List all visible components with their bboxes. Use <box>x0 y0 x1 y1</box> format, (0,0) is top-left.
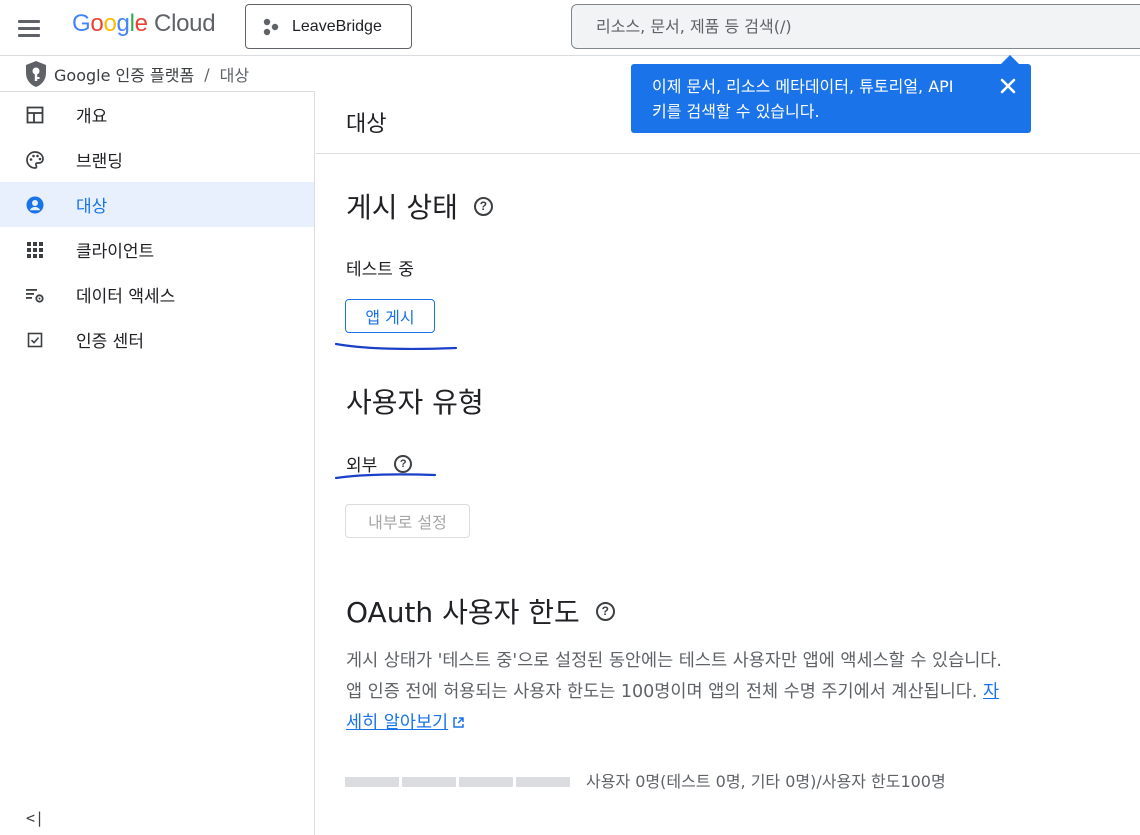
logo-cloud-text: Cloud <box>154 10 216 37</box>
shield-key-icon <box>26 61 46 87</box>
breadcrumb-product[interactable]: Google 인증 플랫폼 <box>54 62 194 86</box>
sidebar-item-label: 인증 센터 <box>76 332 144 352</box>
search-input[interactable] <box>596 17 1140 36</box>
publishing-status-value: 테스트 중 <box>346 260 414 280</box>
sidebar-item-audience[interactable]: 대상 <box>0 182 314 227</box>
main-content: 대상 게시 상태 ? 테스트 중 앱 게시 사용자 유형 외부 ? 내부로 설정… <box>316 91 1140 835</box>
logo-google-text: Google <box>72 10 148 37</box>
sidebar-item-overview[interactable]: 개요 <box>0 92 314 137</box>
close-icon[interactable] <box>998 76 1018 96</box>
user-quota-text: 사용자 0명(테스트 0명, 기타 0명)/사용자 한도100명 <box>586 772 946 791</box>
check-box-icon <box>25 330 45 350</box>
annotation-underline <box>334 473 437 480</box>
apps-grid-icon <box>25 240 45 260</box>
breadcrumb-separator: / <box>204 64 210 84</box>
user-type-title: 사용자 유형 <box>346 386 484 419</box>
project-picker-button[interactable]: LeaveBridge <box>245 4 412 49</box>
sidebar-item-verification-center[interactable]: 인증 센터 <box>0 317 314 362</box>
help-icon[interactable]: ? <box>473 196 493 216</box>
tooltip-message: 이제 문서, 리소스 메타데이터, 튜토리얼, API 키를 검색할 수 있습니… <box>652 77 954 121</box>
oauth-description-text: 게시 상태가 '테스트 중'으로 설정된 동안에는 테스트 사용자만 앱에 액세… <box>346 651 1002 702</box>
help-icon[interactable]: ? <box>394 454 413 473</box>
help-icon[interactable]: ? <box>595 601 615 621</box>
google-cloud-logo[interactable]: Google Cloud <box>72 10 216 38</box>
oauth-user-cap-heading: OAuth 사용자 한도 ? <box>346 591 615 631</box>
hamburger-menu-icon[interactable] <box>16 15 42 41</box>
user-type-heading: 사용자 유형 <box>346 381 484 421</box>
top-bar: Google Cloud LeaveBridge <box>0 0 1140 56</box>
user-quota-progress-bar <box>345 777 570 787</box>
project-icon <box>263 18 279 35</box>
project-name: LeaveBridge <box>292 17 382 35</box>
sidebar-item-branding[interactable]: 브랜딩 <box>0 137 314 182</box>
account-circle-icon <box>25 195 45 215</box>
search-tip-tooltip: 이제 문서, 리소스 메타데이터, 튜토리얼, API 키를 검색할 수 있습니… <box>631 55 1031 133</box>
sidebar-item-clients[interactable]: 클라이언트 <box>0 227 314 272</box>
breadcrumb: Google 인증 플랫폼 / 대상 <box>24 59 249 89</box>
sidebar-item-label: 데이터 액세스 <box>76 287 176 307</box>
collapse-sidebar-button[interactable]: <| <box>26 809 44 827</box>
publishing-status-title: 게시 상태 <box>346 191 458 224</box>
sidebar-item-label: 대상 <box>76 197 108 217</box>
sidebar-item-data-access[interactable]: 데이터 액세스 <box>0 272 314 317</box>
make-internal-button[interactable]: 내부로 설정 <box>345 504 470 538</box>
oauth-description: 게시 상태가 '테스트 중'으로 설정된 동안에는 테스트 사용자만 앱에 액세… <box>346 646 1006 739</box>
palette-icon <box>25 150 45 170</box>
breadcrumb-current: 대상 <box>219 66 250 85</box>
sidebar: 개요 브랜딩 대상 클라이언트 데이터 액세스 인증 센터 <| <box>0 91 315 835</box>
data-settings-icon <box>25 285 45 305</box>
annotation-underline <box>334 342 458 351</box>
external-link-icon <box>453 717 464 728</box>
search-bar[interactable] <box>571 4 1140 49</box>
publish-app-button[interactable]: 앱 게시 <box>345 299 435 333</box>
dashboard-icon <box>25 105 45 125</box>
sidebar-item-label: 개요 <box>76 107 108 127</box>
oauth-user-cap-title: OAuth 사용자 한도 <box>346 596 580 629</box>
publishing-status-heading: 게시 상태 ? <box>346 186 493 226</box>
sidebar-item-label: 클라이언트 <box>76 242 155 262</box>
sidebar-item-label: 브랜딩 <box>76 152 123 172</box>
